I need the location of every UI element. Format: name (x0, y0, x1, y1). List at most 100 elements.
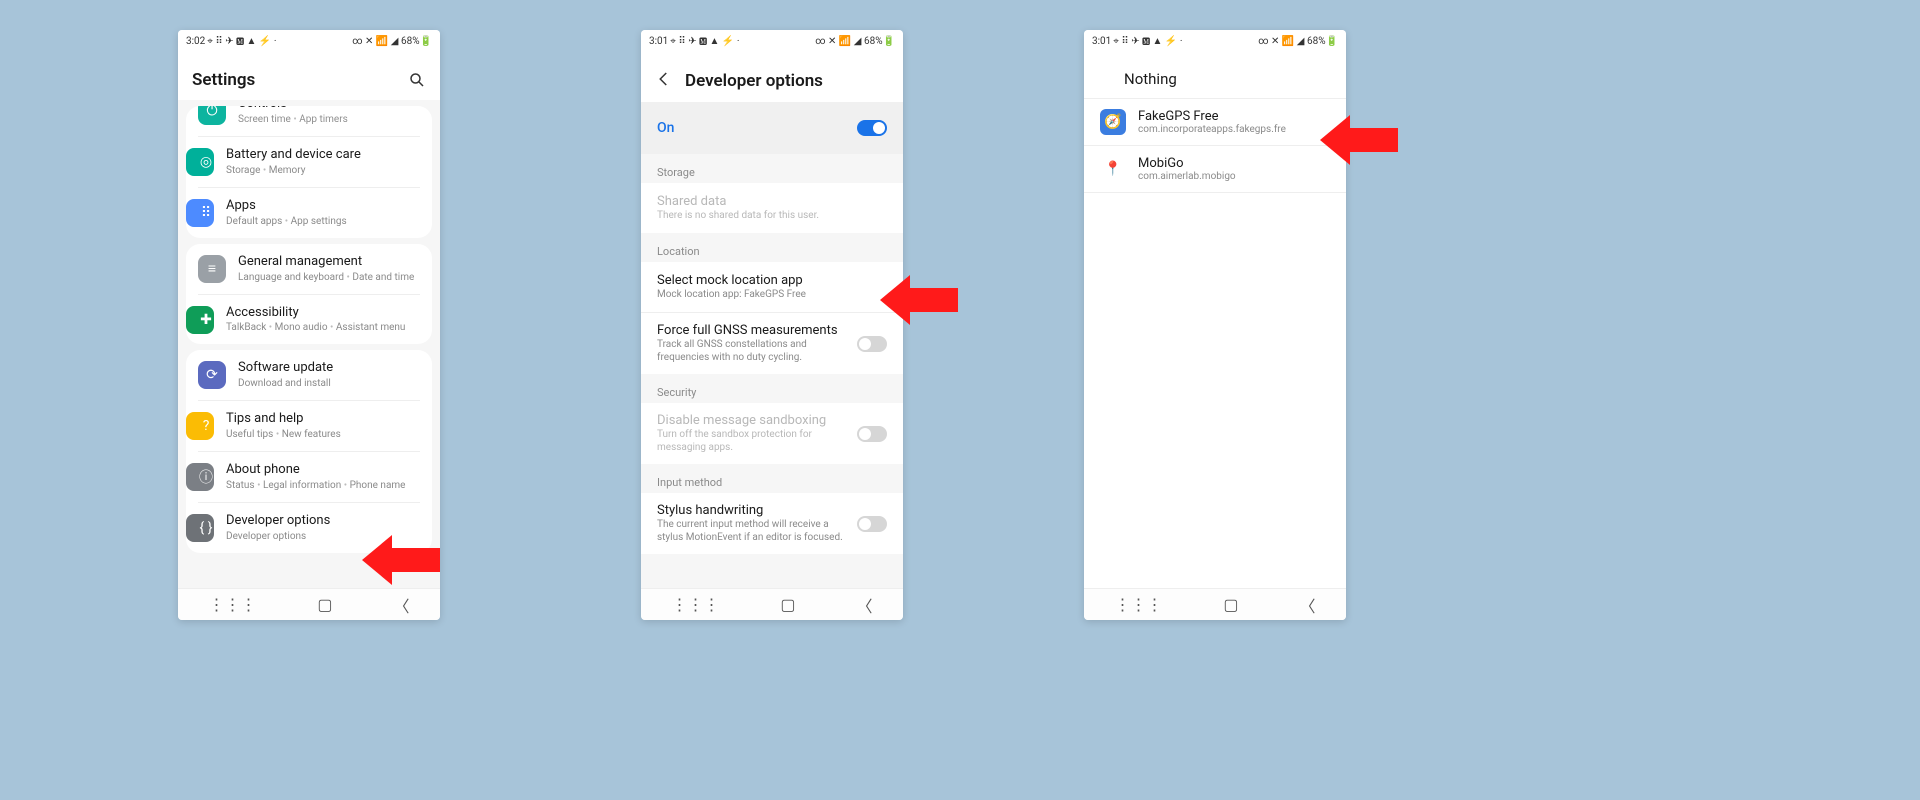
page-title: Settings (192, 70, 408, 90)
row-title: Accessibility (226, 305, 420, 322)
row-title: Stylus handwriting (657, 503, 847, 518)
row-subtitle: Screen timeApp timers (238, 113, 420, 126)
row-subtitle: Track all GNSS constellations and freque… (657, 338, 847, 364)
mock-location-row[interactable]: Select mock location appMock location ap… (641, 262, 903, 312)
row-title: Battery and device care (226, 147, 420, 164)
nav-bar: ⋮⋮⋮ ▢ 〈 (178, 588, 440, 620)
section-label: Input method (641, 464, 903, 493)
row-title: Force full GNSS measurements (657, 323, 847, 338)
devopts-header: Developer options (641, 52, 903, 102)
row-subtitle: Language and keyboardDate and time (238, 271, 420, 284)
nav-recents-icon[interactable]: ⋮⋮⋮ (1114, 595, 1162, 614)
developer-item[interactable]: { }Developer optionsDeveloper options (198, 502, 420, 553)
page-title: Developer options (685, 71, 889, 91)
sandbox-row: Disable message sandboxingTurn off the s… (641, 403, 903, 464)
software-item-icon: ⟳ (198, 361, 226, 389)
app-package: com.aimerlab.mobigo (1138, 171, 1236, 182)
nav-home-icon[interactable]: ▢ (1223, 595, 1238, 614)
status-right-icons: ∞ ✕ 📶 ◢ 68%🔋 (815, 36, 895, 47)
row-title: About phone (226, 462, 420, 479)
row-subtitle: StatusLegal informationPhone name (226, 479, 420, 492)
nothing-label: Nothing (1124, 70, 1177, 88)
nothing-row[interactable]: Nothing (1084, 52, 1346, 98)
general-item-icon: ≡ (198, 255, 226, 283)
status-left-icons: ⌖ ⠿ ✈ 🅼 ▲ ⚡ · (1113, 36, 1182, 47)
phone-developer-options: 3:01 ⌖ ⠿ ✈ 🅼 ▲ ⚡ · ∞ ✕ 📶 ◢ 68%🔋 Develope… (641, 30, 903, 620)
sandbox-row-toggle (857, 426, 887, 442)
battery-item-icon: ◎ (186, 148, 214, 176)
phone-app-picker: 3:01 ⌖ ⠿ ✈ 🅼 ▲ ⚡ · ∞ ✕ 📶 ◢ 68%🔋 Nothing … (1084, 30, 1346, 620)
master-toggle-row[interactable]: On (641, 102, 903, 154)
row-subtitle: Developer options (226, 530, 420, 543)
software-item[interactable]: ⟳ Software updateDownload and install (186, 350, 432, 400)
general-item[interactable]: ≡ General managementLanguage and keyboard… (186, 244, 432, 294)
tips-item[interactable]: ?Tips and helpUseful tipsNew features (198, 400, 420, 451)
gnss-row-toggle[interactable] (857, 336, 887, 352)
nav-recents-icon[interactable]: ⋮⋮⋮ (671, 595, 719, 614)
row-title: Shared data (657, 194, 887, 209)
app-list: 🧭FakeGPS Freecom.incorporateapps.fakegps… (1084, 98, 1346, 193)
row-subtitle: Mock location app: FakeGPS Free (657, 288, 887, 301)
stylus-row[interactable]: Stylus handwritingThe current input meth… (641, 493, 903, 554)
app-title: MobiGo (1138, 156, 1236, 171)
section-label: Location (641, 233, 903, 262)
row-subtitle: TalkBackMono audioAssistant menu (226, 321, 420, 334)
back-icon[interactable] (655, 70, 673, 92)
status-bar: 3:01 ⌖ ⠿ ✈ 🅼 ▲ ⚡ · ∞ ✕ 📶 ◢ 68%🔋 (641, 30, 903, 52)
mobigo-app[interactable]: 📍 MobiGocom.aimerlab.mobigo (1084, 146, 1346, 193)
row-subtitle: Turn off the sandbox protection for mess… (657, 428, 847, 454)
nav-home-icon[interactable]: ▢ (780, 595, 795, 614)
status-left-icons: ⌖ ⠿ ✈ 🅼 ▲ ⚡ · (670, 36, 739, 47)
gnss-row[interactable]: Force full GNSS measurementsTrack all GN… (641, 312, 903, 374)
battery-item[interactable]: ◎Battery and device careStorageMemory (198, 136, 420, 187)
apps-item[interactable]: ⠿AppsDefault appsApp settings (198, 187, 420, 238)
master-toggle-label: On (657, 120, 674, 136)
status-left-icons: ⌖ ⠿ ✈ 🅼 ▲ ⚡ · (207, 36, 276, 47)
status-time: 3:01 (649, 36, 668, 47)
status-time: 3:02 (186, 36, 205, 47)
status-right-icons: ∞ ✕ 📶 ◢ 68%🔋 (352, 36, 432, 47)
stylus-row-toggle[interactable] (857, 516, 887, 532)
about-item[interactable]: ⓘAbout phoneStatusLegal informationPhone… (198, 451, 420, 502)
row-subtitle: Download and install (238, 377, 420, 390)
row-subtitle: StorageMemory (226, 164, 420, 177)
apps-item-icon: ⠿ (186, 199, 214, 227)
status-bar: 3:02 ⌖ ⠿ ✈ 🅼 ▲ ⚡ · ∞ ✕ 📶 ◢ 68%🔋 (178, 30, 440, 52)
fakegps-app[interactable]: 🧭FakeGPS Freecom.incorporateapps.fakegps… (1084, 98, 1346, 146)
nav-back-icon[interactable]: 〈 (394, 593, 410, 617)
section-label: Security (641, 374, 903, 403)
status-right-icons: ∞ ✕ 📶 ◢ 68%🔋 (1258, 36, 1338, 47)
search-icon[interactable] (408, 71, 426, 89)
row-title: Controls (238, 106, 420, 113)
nav-back-icon[interactable]: 〈 (857, 593, 873, 617)
row-subtitle: Useful tipsNew features (226, 428, 420, 441)
row-subtitle: There is no shared data for this user. (657, 209, 887, 222)
nav-bar: ⋮⋮⋮ ▢ 〈 (1084, 588, 1346, 620)
master-toggle[interactable] (857, 120, 887, 136)
controls-item-icon: ⏻ (198, 106, 226, 125)
nav-recents-icon[interactable]: ⋮⋮⋮ (208, 595, 256, 614)
row-title: Developer options (226, 513, 420, 530)
nav-home-icon[interactable]: ▢ (317, 595, 332, 614)
row-subtitle: Default appsApp settings (226, 215, 420, 228)
controls-item[interactable]: ⏻ ControlsScreen timeApp timers (186, 106, 432, 136)
accessibility-item-icon: ✚ (186, 306, 214, 334)
row-title: Disable message sandboxing (657, 413, 847, 428)
shared-data-row: Shared dataThere is no shared data for t… (641, 183, 903, 233)
mobigo-app-icon: 📍 (1100, 156, 1126, 182)
row-title: Select mock location app (657, 273, 887, 288)
nav-bar: ⋮⋮⋮ ▢ 〈 (641, 588, 903, 620)
settings-list: ⏻ControlsScreen timeApp timers◎Battery a… (178, 100, 440, 588)
nav-back-icon[interactable]: 〈 (1300, 593, 1316, 617)
accessibility-item[interactable]: ✚AccessibilityTalkBackMono audioAssistan… (198, 294, 420, 345)
row-title: General management (238, 254, 420, 271)
phone-settings: 3:02 ⌖ ⠿ ✈ 🅼 ▲ ⚡ · ∞ ✕ 📶 ◢ 68%🔋 Settings… (178, 30, 440, 620)
row-title: Apps (226, 198, 420, 215)
row-title: Software update (238, 360, 420, 377)
row-title: Tips and help (226, 411, 420, 428)
status-bar: 3:01 ⌖ ⠿ ✈ 🅼 ▲ ⚡ · ∞ ✕ 📶 ◢ 68%🔋 (1084, 30, 1346, 52)
about-item-icon: ⓘ (186, 463, 214, 491)
devopts-list: StorageShared dataThere is no shared dat… (641, 154, 903, 588)
row-subtitle: The current input method will receive a … (657, 518, 847, 544)
app-title: FakeGPS Free (1138, 109, 1286, 124)
